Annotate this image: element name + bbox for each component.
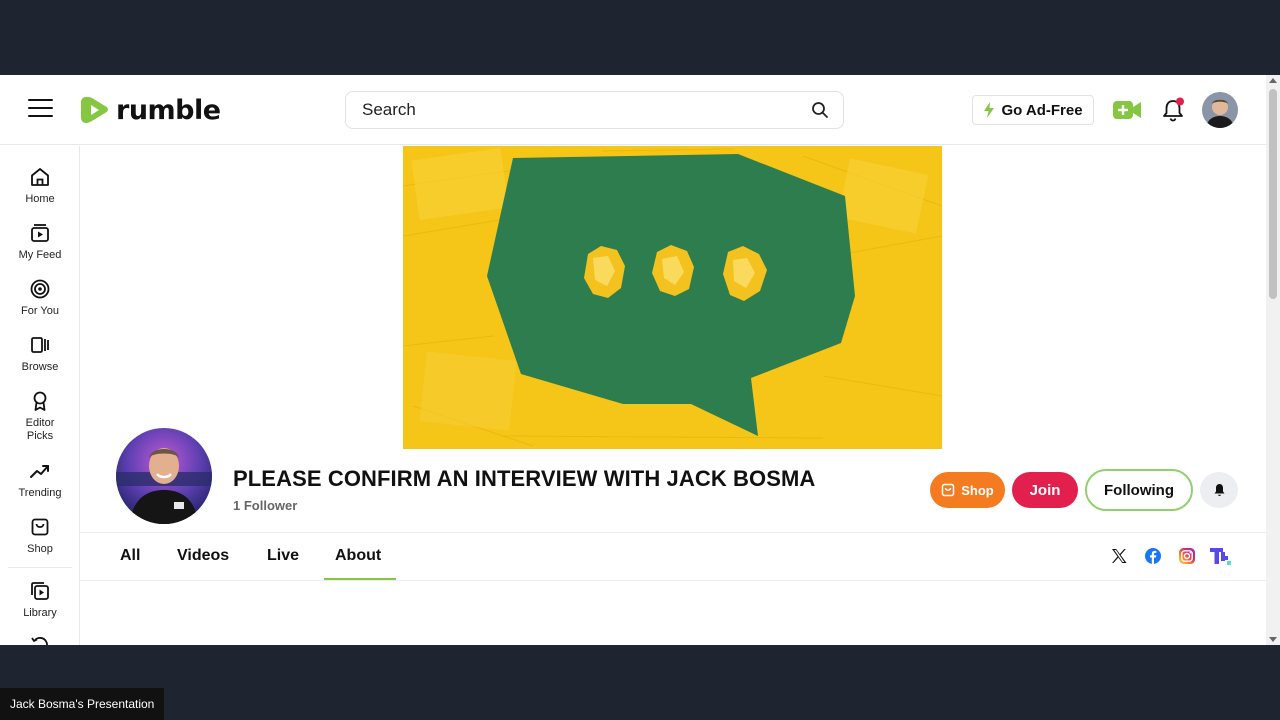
sidebar-item-editor-picks[interactable]: Editor Picks — [0, 390, 80, 443]
tabs-divider-top — [80, 532, 1266, 533]
browse-icon — [31, 337, 49, 353]
tab-about[interactable]: About — [335, 547, 381, 565]
following-button[interactable]: Following — [1085, 469, 1193, 511]
bolt-icon — [984, 102, 995, 118]
go-ad-free-label: Go Ad-Free — [1001, 101, 1083, 119]
target-icon — [30, 279, 50, 299]
notification-bell-icon[interactable] — [1161, 97, 1185, 123]
sidebar-divider — [8, 567, 72, 568]
sidebar-item-home[interactable]: Home — [0, 166, 80, 206]
shop-button[interactable]: Shop — [930, 472, 1005, 508]
top-header: rumble Go Ad-Free — [0, 75, 1266, 145]
rumble-logo-icon — [81, 97, 108, 123]
feed-icon — [31, 224, 49, 242]
bell-icon — [1214, 484, 1224, 496]
tab-all[interactable]: All — [120, 547, 140, 565]
scroll-down-arrow[interactable] — [1269, 637, 1277, 642]
search-box[interactable] — [345, 91, 844, 129]
sidebar-item-browse[interactable]: Browse — [0, 334, 80, 374]
logo-text: rumble — [116, 94, 221, 126]
shop-icon — [31, 518, 49, 536]
sidebar-item-label: Editor Picks — [25, 417, 55, 442]
menu-icon[interactable] — [28, 99, 53, 119]
page-scrollbar[interactable] — [1266, 75, 1280, 645]
rumble-logo[interactable]: rumble — [80, 93, 221, 127]
channel-avatar[interactable] — [114, 426, 214, 526]
presentation-caption: Jack Bosma's Presentation — [0, 688, 164, 720]
scroll-up-arrow[interactable] — [1269, 78, 1277, 83]
library-icon — [31, 582, 49, 600]
follower-count: 1 Follower — [233, 498, 298, 513]
channel-title: PLEASE CONFIRM AN INTERVIEW WITH JACK BO… — [233, 466, 816, 491]
sidebar-item-label: Library — [23, 607, 57, 619]
sidebar-item-trending[interactable]: Trending — [0, 460, 80, 500]
left-sidebar: Home My Feed For You Browse Editor Picks… — [0, 146, 80, 645]
sidebar-item-label: For You — [21, 305, 59, 317]
scroll-thumb[interactable] — [1269, 89, 1277, 299]
browser-viewport: rumble Go Ad-Free — [0, 75, 1280, 645]
channel-banner — [403, 146, 942, 449]
sidebar-item-label: Browse — [21, 361, 59, 373]
x-icon[interactable] — [1110, 547, 1128, 565]
sidebar-item-label: Home — [25, 193, 55, 205]
shop-button-label: Shop — [961, 482, 994, 498]
search-input[interactable] — [362, 100, 811, 120]
award-icon — [33, 391, 47, 411]
sidebar-item-shop[interactable]: Shop — [0, 516, 80, 556]
instagram-icon[interactable] — [1178, 547, 1196, 565]
sidebar-item-for-you[interactable]: For You — [0, 278, 80, 318]
truth-social-icon[interactable] — [1210, 547, 1232, 565]
sidebar-item-my-feed[interactable]: My Feed — [0, 222, 80, 262]
sidebar-item-library[interactable]: Library — [0, 580, 80, 620]
upload-video-icon[interactable] — [1113, 99, 1142, 121]
history-icon — [31, 637, 48, 645]
tabs-divider-bottom — [80, 580, 1266, 581]
channel-notification-button[interactable] — [1200, 472, 1238, 508]
user-avatar[interactable] — [1202, 92, 1238, 128]
go-ad-free-button[interactable]: Go Ad-Free — [972, 95, 1094, 125]
sidebar-item-label: Shop — [27, 543, 53, 555]
join-button[interactable]: Join — [1012, 472, 1078, 508]
shop-bag-icon — [942, 483, 955, 497]
sidebar-item-label: Trending — [18, 487, 62, 499]
tab-videos[interactable]: Videos — [177, 547, 229, 565]
sidebar-item-label: My Feed — [18, 249, 62, 261]
sidebar-item-history[interactable] — [0, 634, 80, 645]
tab-live[interactable]: Live — [267, 547, 299, 565]
facebook-icon[interactable] — [1144, 547, 1162, 565]
home-icon — [31, 168, 49, 186]
search-icon[interactable] — [811, 101, 829, 119]
trending-icon — [30, 465, 49, 478]
